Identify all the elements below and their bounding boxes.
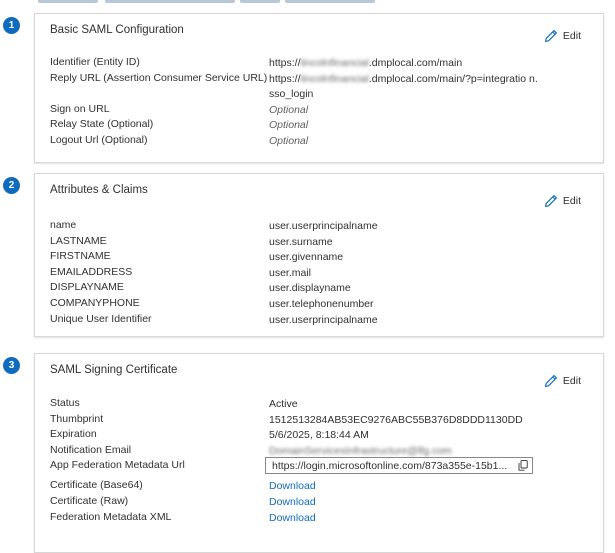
pencil-icon: [544, 375, 557, 387]
basic-saml-title: Basic SAML Configuration: [50, 24, 184, 36]
claim-name: COMPANYPHONE: [50, 296, 140, 309]
row-value: Optional: [269, 103, 309, 116]
certificate-edit-button[interactable]: Edit: [544, 374, 581, 388]
step-3-badge: 3: [3, 357, 20, 374]
claim-value: user.displayname: [269, 282, 351, 295]
claim-name: Unique User Identifier: [50, 312, 152, 325]
claim-value: user.mail: [269, 266, 312, 279]
edit-label: Edit: [562, 195, 581, 207]
claim-row: LASTNAME user.surname: [50, 235, 593, 251]
claim-name: name: [50, 219, 77, 231]
row-value: Optional: [269, 134, 309, 147]
blurred-domain: lincolnfinancial: [300, 72, 369, 85]
saml-row-identifier: Identifier (Entity ID) https://lincolnfi…: [50, 56, 593, 72]
step-2-badge: 2: [3, 177, 20, 194]
basic-saml-edit-button[interactable]: Edit: [544, 29, 581, 43]
step-1-badge: 1: [3, 17, 20, 34]
row-label: App Federation Metadata Url: [50, 459, 185, 472]
claim-name: DISPLAYNAME: [50, 281, 124, 294]
row-label: Relay State (Optional): [50, 118, 154, 131]
saml-row-relay-state: Relay State (Optional) Optional: [50, 118, 593, 134]
claim-value: user.surname: [269, 235, 333, 248]
claim-row: DISPLAYNAME user.displayname: [50, 281, 593, 297]
row-label: Identifier (Entity ID): [50, 56, 140, 68]
identifier-value: https://lincolnfinancial.dmplocal.com/ma…: [269, 56, 539, 72]
download-base64-link[interactable]: Download: [269, 479, 539, 495]
attributes-claims-card: Attributes & Claims Edit name user.userpr…: [34, 173, 604, 337]
cert-row-expiration: Expiration 5/6/2025, 8:18:44 AM: [50, 428, 593, 444]
breadcrumb-cutoff: [0, 0, 615, 5]
attributes-title: Attributes & Claims: [50, 184, 148, 196]
url-prefix: https://: [269, 57, 301, 69]
cert-row-metadata-url: App Federation Metadata Url https://logi…: [50, 457, 593, 479]
claim-row: COMPANYPHONE user.telephonenumber: [50, 297, 593, 313]
cert-row-thumbprint: Thumbprint 1512513284AB53EC9276ABC55B376D…: [50, 413, 593, 429]
cert-row-federation-xml: Federation Metadata XML Download: [50, 511, 593, 527]
reply-url-value: https://lincolnfinancial.dmplocal.com/ma…: [269, 72, 539, 103]
row-label: Certificate (Base64): [50, 479, 143, 492]
claim-row: FIRSTNAME user.givenname: [50, 250, 593, 266]
attributes-edit-button[interactable]: Edit: [544, 194, 581, 208]
edit-label: Edit: [562, 30, 581, 42]
certificate-title: SAML Signing Certificate: [50, 364, 178, 376]
claim-value: user.userprincipalname: [269, 313, 378, 326]
url-suffix: .dmplocal.com/main: [368, 57, 463, 69]
pencil-icon: [544, 195, 557, 207]
saml-row-reply-url: Reply URL (Assertion Consumer Service UR…: [50, 72, 593, 103]
pencil-icon: [544, 30, 557, 42]
cert-row-status: Status Active: [50, 397, 593, 413]
cert-row-raw: Certificate (Raw) Download: [50, 495, 593, 511]
copy-icon: [518, 460, 528, 472]
saml-signing-certificate-card: SAML Signing Certificate Edit Status Acti…: [34, 353, 604, 553]
claim-row: Unique User Identifier user.userprincipal…: [50, 313, 593, 329]
claim-value: user.telephonenumber: [269, 297, 374, 310]
metadata-url-text: https://login.microsoftonline.com/873a35…: [272, 459, 508, 472]
row-label: Federation Metadata XML: [50, 510, 172, 523]
row-label: Certificate (Raw): [50, 494, 129, 507]
download-federation-xml-link[interactable]: Download: [269, 511, 539, 527]
claim-row: EMAILADDRESS user.mail: [50, 266, 593, 282]
copy-button[interactable]: [514, 458, 532, 473]
thumbprint-value: 1512513284AB53EC9276ABC55B376D8DDD1130DD: [269, 413, 523, 426]
download-raw-link[interactable]: Download: [269, 495, 539, 511]
row-label: Logout Url (Optional): [50, 133, 148, 146]
basic-saml-card: Basic SAML Configuration Edit Identifier…: [34, 13, 604, 163]
metadata-url-field[interactable]: https://login.microsoftonline.com/873a35…: [265, 457, 533, 475]
blurred-domain: lincolnfinancial: [300, 57, 369, 69]
row-label: Reply URL (Assertion Consumer Service UR…: [50, 71, 268, 84]
row-label: Sign on URL: [50, 102, 110, 115]
claim-row: name user.userprincipalname: [50, 219, 593, 235]
cert-row-base64: Certificate (Base64) Download: [50, 479, 593, 495]
status-value: Active: [269, 398, 298, 410]
row-label: Notification Email: [50, 443, 132, 456]
saml-row-logout-url: Logout Url (Optional) Optional: [50, 134, 593, 150]
claim-name: EMAILADDRESS: [50, 265, 133, 278]
claim-value: user.userprincipalname: [269, 220, 378, 232]
row-value: Optional: [269, 119, 309, 132]
claim-name: LASTNAME: [50, 234, 107, 247]
row-label: Thumbprint: [50, 412, 104, 425]
saml-row-sign-on-url: Sign on URL Optional: [50, 103, 593, 119]
edit-label: Edit: [562, 375, 581, 387]
claim-value: user.givenname: [269, 251, 344, 264]
row-label: Status: [50, 397, 80, 409]
row-label: Expiration: [50, 428, 97, 441]
url-prefix: https://: [269, 72, 301, 85]
claim-name: FIRSTNAME: [50, 250, 111, 263]
expiration-value: 5/6/2025, 8:18:44 AM: [269, 429, 369, 442]
